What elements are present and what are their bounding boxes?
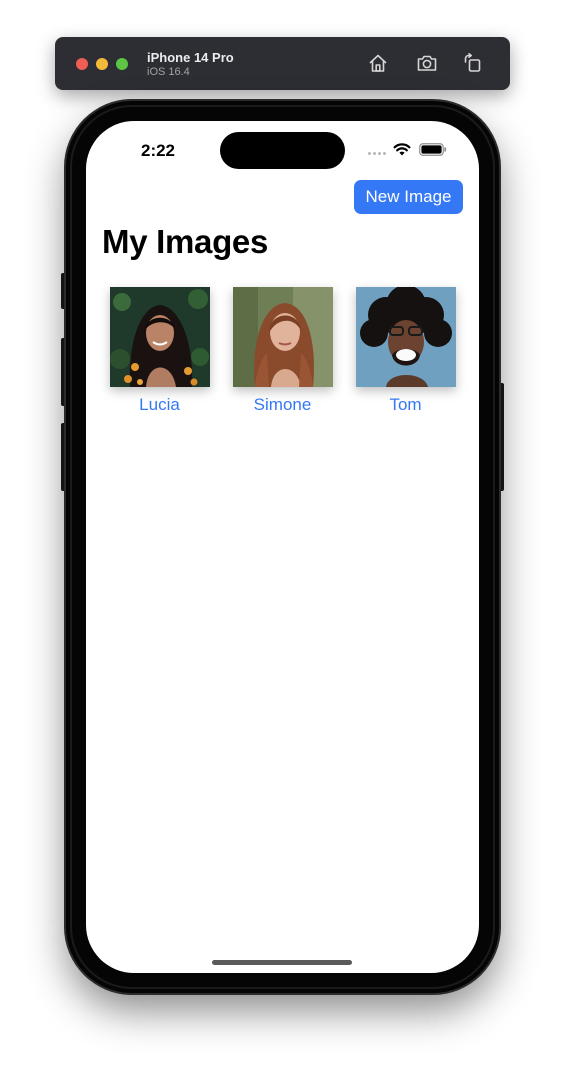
image-grid-item[interactable]: Simone	[232, 287, 333, 415]
home-indicator[interactable]	[212, 960, 352, 965]
image-grid-item[interactable]: Tom	[355, 287, 456, 415]
zoom-window-button[interactable]	[116, 58, 128, 70]
photo-thumbnail[interactable]	[355, 287, 456, 387]
photo-thumbnail[interactable]	[109, 287, 210, 387]
simulator-toolbar: iPhone 14 Pro iOS 16.4	[55, 37, 510, 90]
battery-icon	[419, 143, 447, 156]
photo-thumbnail[interactable]	[232, 287, 333, 387]
new-image-button[interactable]: New Image	[354, 180, 463, 214]
screenshot-camera-icon[interactable]	[416, 52, 438, 74]
power-button[interactable]	[499, 383, 504, 491]
wifi-icon	[393, 142, 411, 156]
screenshot-stage: iPhone 14 Pro iOS 16.4 2:22 New Image My…	[0, 0, 565, 1068]
home-icon[interactable]	[367, 52, 389, 74]
device-name: iPhone 14 Pro	[147, 50, 234, 65]
page-title: My Images	[102, 223, 269, 260]
cellular-signal-icon	[368, 152, 388, 156]
dynamic-island	[220, 132, 345, 169]
image-name-label[interactable]: Simone	[232, 395, 333, 415]
image-grid-item[interactable]: Lucia	[109, 287, 210, 415]
phone-screen: 2:22 New Image My Images Lucia Simone To…	[86, 121, 479, 973]
image-name-label[interactable]: Tom	[355, 395, 456, 415]
minimize-window-button[interactable]	[96, 58, 108, 70]
os-version: iOS 16.4	[147, 66, 190, 78]
rotate-icon[interactable]	[462, 52, 484, 74]
close-window-button[interactable]	[76, 58, 88, 70]
status-time: 2:22	[140, 141, 176, 160]
image-name-label[interactable]: Lucia	[109, 395, 210, 415]
